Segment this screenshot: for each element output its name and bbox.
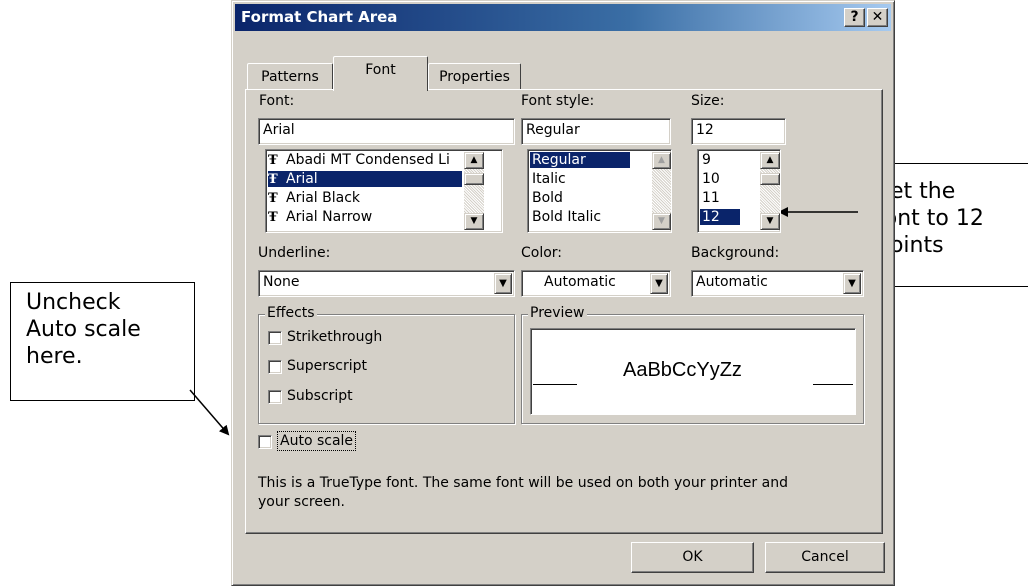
font-style-list-scrollbar[interactable]: ▲ ▼ (652, 152, 671, 230)
font-style-list[interactable]: Regular Italic Bold Bold Italic ▲ ▼ (527, 149, 672, 233)
scroll-up-arrow-icon[interactable]: ▲ (652, 152, 671, 169)
scroll-down-arrow-icon[interactable]: ▼ (652, 213, 671, 230)
truetype-icon: Ŧ (268, 191, 278, 206)
tab-font-label: Font (365, 62, 396, 78)
dropdown-arrow-icon[interactable]: ▼ (494, 273, 512, 294)
size-input[interactable]: 12 (691, 118, 786, 145)
preview-line-left (533, 384, 577, 385)
size-list[interactable]: 9 10 11 12 ▲ ▼ (697, 149, 781, 233)
list-item[interactable]: 11 (700, 190, 740, 206)
arrow-to-auto-scale (189, 389, 230, 436)
font-style-input[interactable]: Regular (521, 118, 671, 145)
truetype-icon: Ŧ (268, 172, 278, 187)
tab-properties-label: Properties (439, 69, 510, 85)
scrollbar-thumb[interactable] (464, 173, 484, 185)
list-item[interactable]: Bold (530, 190, 630, 206)
font-tab-panel: Font: Arial Ŧ Abadi MT Condensed Li Ŧ Aria… (245, 89, 883, 534)
preview-line-right (813, 384, 853, 385)
dropdown-arrow-icon[interactable]: ▼ (843, 273, 861, 294)
callout-left-line-2: Auto scale (26, 317, 141, 342)
list-item[interactable]: Ŧ Arial Narrow (268, 209, 462, 225)
scroll-down-arrow-icon[interactable]: ▼ (464, 213, 484, 230)
tab-properties[interactable]: Properties (428, 63, 521, 90)
scroll-up-arrow-icon[interactable]: ▲ (760, 152, 780, 169)
list-item[interactable]: Regular (530, 152, 630, 168)
truetype-icon: Ŧ (268, 210, 278, 225)
truetype-info-line-2: your screen. (258, 494, 345, 510)
color-value: Automatic (544, 274, 616, 290)
underline-value: None (263, 274, 300, 290)
font-list-scrollbar[interactable]: ▲ ▼ (464, 152, 484, 230)
tab-font[interactable]: Font (333, 56, 428, 91)
effects-group: Effects Strikethrough Superscript Subscr… (258, 305, 515, 424)
truetype-icon: Ŧ (268, 153, 278, 168)
list-item[interactable]: 10 (700, 171, 740, 187)
callout-right-line-2: font to 12 (876, 206, 984, 231)
callout-right-line-1: Set the (876, 179, 956, 204)
effects-group-title: Effects (265, 305, 317, 321)
list-item[interactable]: Ŧ Abadi MT Condensed Li (268, 152, 462, 168)
preview-area: AaBbCcYyZz (530, 328, 856, 415)
list-item[interactable]: Italic (530, 171, 630, 187)
preview-group-title: Preview (528, 305, 587, 321)
list-item[interactable]: 9 (700, 152, 740, 168)
font-label: Font: (259, 93, 295, 109)
list-item[interactable]: Bold Italic (530, 209, 630, 225)
subscript-label[interactable]: Subscript (287, 388, 353, 404)
auto-scale-checkbox[interactable] (258, 435, 272, 449)
background-label: Background: (691, 245, 780, 261)
color-select[interactable]: Automatic ▼ (521, 270, 671, 297)
close-button[interactable]: ✕ (867, 8, 888, 27)
size-list-scrollbar[interactable]: ▲ ▼ (760, 152, 780, 230)
background-value: Automatic (696, 274, 768, 290)
underline-select[interactable]: None ▼ (258, 270, 515, 297)
cancel-button[interactable]: Cancel (765, 542, 885, 573)
title-bar[interactable]: Format Chart Area ? ✕ (235, 4, 891, 31)
scroll-down-arrow-icon[interactable]: ▼ (760, 213, 780, 230)
preview-group: Preview AaBbCcYyZz (521, 305, 864, 424)
strikethrough-checkbox[interactable] (268, 331, 282, 345)
dialog-title: Format Chart Area (241, 8, 398, 26)
preview-sample-text: AaBbCcYyZz (623, 359, 742, 381)
truetype-info-line-1: This is a TrueType font. The same font w… (258, 475, 788, 491)
callout-right-line-3: points (876, 233, 944, 258)
subscript-checkbox[interactable] (268, 390, 282, 404)
list-item[interactable]: Ŧ Arial (268, 171, 462, 187)
ok-button[interactable]: OK (631, 542, 754, 573)
underline-label: Underline: (258, 245, 331, 261)
font-list[interactable]: Ŧ Abadi MT Condensed Li Ŧ Arial Ŧ Arial Bla… (265, 149, 503, 233)
color-label: Color: (521, 245, 563, 261)
close-icon: ✕ (871, 9, 884, 25)
callout-left-line-1: Uncheck (26, 290, 121, 315)
font-name-input[interactable]: Arial (258, 118, 515, 145)
scrollbar-thumb[interactable] (760, 173, 780, 185)
strikethrough-label[interactable]: Strikethrough (287, 329, 382, 345)
help-button[interactable]: ? (844, 8, 865, 27)
font-style-label: Font style: (521, 93, 595, 109)
scroll-up-arrow-icon[interactable]: ▲ (464, 152, 484, 169)
callout-uncheck-auto-scale: Uncheck Auto scale here. (10, 282, 195, 401)
size-label: Size: (691, 93, 725, 109)
superscript-label[interactable]: Superscript (287, 358, 367, 374)
list-item[interactable]: 12 (700, 209, 740, 225)
tab-patterns-label: Patterns (261, 69, 319, 85)
help-icon: ? (850, 9, 859, 25)
list-item[interactable]: Ŧ Arial Black (268, 190, 462, 206)
callout-left-line-3: here. (26, 344, 83, 369)
tab-patterns[interactable]: Patterns (247, 63, 333, 90)
background-select[interactable]: Automatic ▼ (691, 270, 864, 297)
superscript-checkbox[interactable] (268, 360, 282, 374)
format-chart-area-dialog: Format Chart Area ? ✕ Patterns Font Prop… (231, 0, 895, 586)
auto-scale-label[interactable]: Auto scale (277, 431, 357, 451)
dropdown-arrow-icon[interactable]: ▼ (650, 273, 668, 294)
